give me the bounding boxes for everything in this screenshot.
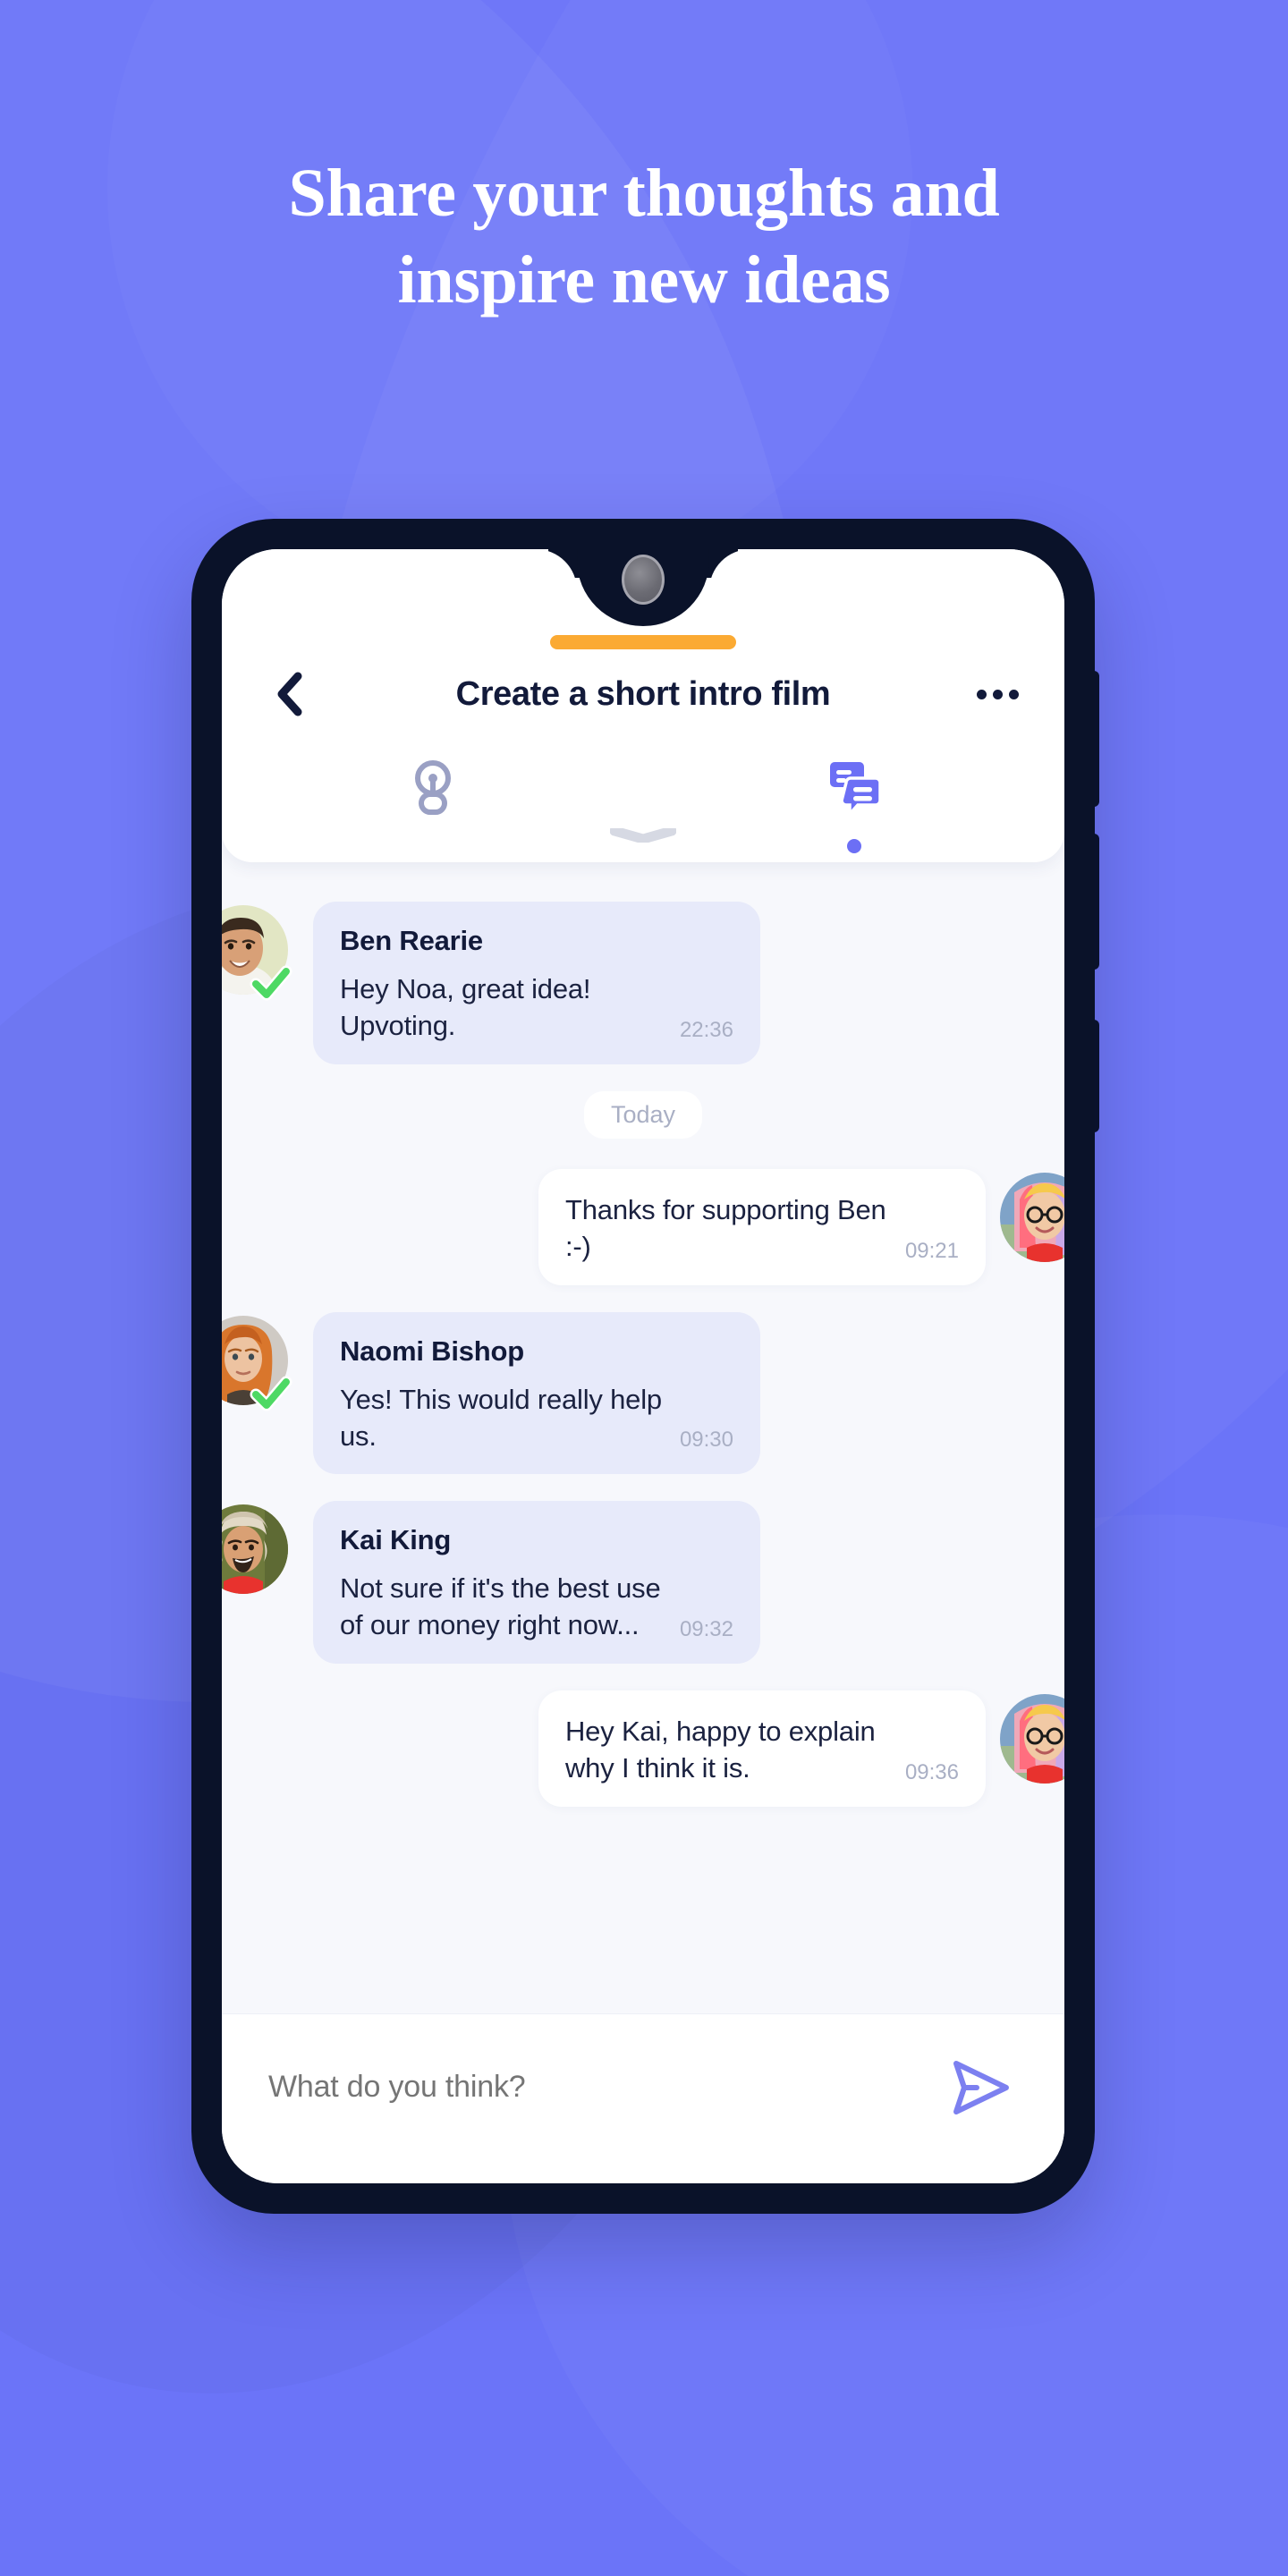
message-text: Hey Noa, great idea! Upvoting. (340, 973, 591, 1041)
avatar[interactable] (222, 1315, 299, 1411)
avatar-image-noa (1000, 1172, 1064, 1262)
verified-check-icon (247, 1369, 295, 1418)
avatar[interactable] (1000, 1694, 1064, 1784)
chat-message-item: Hey Kai, happy to explain why I think it… (222, 1690, 1064, 1808)
tab-bar (222, 726, 1064, 862)
message-text: Hey Kai, happy to explain why I think it… (565, 1716, 876, 1784)
message-bubble[interactable]: Kai King Not sure if it's the best use o… (313, 1501, 760, 1665)
message-text: Thanks for supporting Ben :-) (565, 1193, 886, 1262)
day-divider: Today (222, 1090, 1064, 1139)
message-timestamp: 09:36 (904, 1760, 959, 1785)
chat-message-list[interactable]: Ben Rearie Hey Noa, great idea! Upvoting… (222, 862, 1064, 2013)
message-sender-name: Naomi Bishop (340, 1335, 525, 1367)
more-horizontal-icon-dot-3 (1008, 689, 1019, 699)
more-options-button[interactable] (973, 670, 1021, 718)
lightbulb-icon (409, 758, 457, 818)
chat-message-item: Naomi Bishop Yes! This would really help… (222, 1311, 1064, 1475)
navigation-bar: Create a short intro film (222, 649, 1064, 726)
headline-line-2: inspire new ideas (397, 242, 891, 318)
app-header-card: Create a short intro film (222, 549, 1064, 862)
avatar[interactable] (222, 905, 299, 1001)
headline-line-1: Share your thoughts and (288, 156, 1000, 231)
page-title: Create a short intro film (455, 674, 831, 713)
day-divider-label: Today (583, 1090, 703, 1139)
chevron-down-handle-icon[interactable] (610, 828, 676, 843)
tab-discussion-active-dot (846, 839, 861, 853)
message-text: Not sure if it's the best use of our mon… (340, 1572, 661, 1641)
verified-check-icon (247, 959, 295, 1007)
phone-mockup: Create a short intro film Ben Rearie Hey… (191, 519, 1099, 2214)
phone-screen: Create a short intro film Ben Rearie Hey… (222, 549, 1064, 2183)
chevron-left-icon (274, 672, 304, 716)
message-timestamp: 09:30 (679, 1428, 733, 1453)
message-sender-name: Kai King (340, 1524, 452, 1556)
chat-message-item: Kai King Not sure if it's the best use o… (222, 1501, 1064, 1665)
chat-message-item: Thanks for supporting Ben :-) 09:21 (222, 1168, 1064, 1285)
send-button[interactable] (945, 2051, 1018, 2124)
phone-body: Create a short intro film Ben Rearie Hey… (191, 519, 1095, 2214)
tab-discussion[interactable] (643, 758, 1064, 862)
message-text: Yes! This would really help us. (340, 1383, 662, 1452)
send-paper-plane-icon (949, 2058, 1013, 2117)
message-sender-name: Ben Rearie (340, 925, 483, 956)
message-input[interactable] (268, 2070, 945, 2105)
more-horizontal-icon-dot-2 (992, 689, 1003, 699)
avatar[interactable] (222, 1504, 299, 1595)
chat-bubbles-icon (826, 758, 882, 818)
avatar[interactable] (1000, 1172, 1064, 1262)
message-timestamp: 22:36 (679, 1017, 733, 1042)
avatar-image-kai (222, 1504, 288, 1595)
message-timestamp: 09:21 (904, 1238, 959, 1263)
message-bubble[interactable]: Naomi Bishop Yes! This would really help… (313, 1311, 760, 1475)
message-bubble[interactable]: Hey Kai, happy to explain why I think it… (538, 1690, 986, 1808)
back-button[interactable] (265, 670, 313, 718)
more-horizontal-icon-dot-1 (976, 689, 987, 699)
message-bubble[interactable]: Thanks for supporting Ben :-) 09:21 (538, 1168, 986, 1285)
chat-message-item: Ben Rearie Hey Noa, great idea! Upvoting… (222, 902, 1064, 1064)
message-timestamp: 09:32 (679, 1617, 733, 1642)
message-composer (222, 2013, 1064, 2183)
progress-indicator (550, 635, 736, 649)
avatar-image-noa (1000, 1694, 1064, 1784)
page-headline: Share your thoughts and inspire new idea… (0, 150, 1288, 325)
message-bubble[interactable]: Ben Rearie Hey Noa, great idea! Upvoting… (313, 902, 760, 1064)
tab-idea[interactable] (222, 758, 643, 862)
